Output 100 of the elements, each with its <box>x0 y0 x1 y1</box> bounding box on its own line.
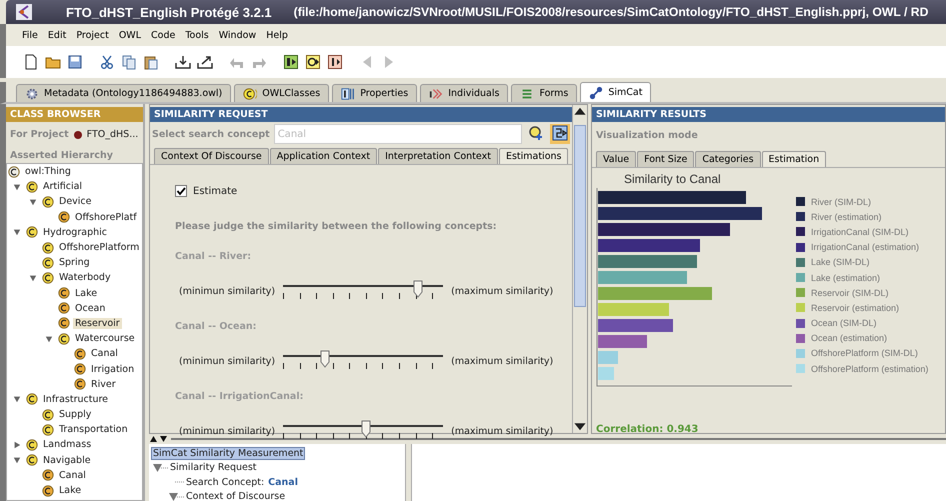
class-item[interactable]: Transportation <box>57 424 130 436</box>
tab[interactable]: Context Of Discourse <box>154 148 269 164</box>
slider[interactable] <box>283 280 444 302</box>
collapsed-arrow-icon[interactable] <box>13 440 21 449</box>
slider-thumb[interactable] <box>361 420 372 438</box>
expanded-arrow-icon[interactable] <box>29 198 37 206</box>
project-name: FTO_dHS... <box>86 129 138 140</box>
menu-item[interactable]: Code <box>147 28 180 42</box>
tab[interactable]: Application Context <box>270 148 378 164</box>
tree-item[interactable]: Similarity Request <box>169 462 258 474</box>
check-icon <box>176 186 186 196</box>
scroll-thumb[interactable] <box>574 125 586 307</box>
legend-label: OffshorePlatform (SIM-DL) <box>811 348 918 358</box>
tab[interactable]: Individuals <box>420 84 508 102</box>
expanded-arrow-icon[interactable] <box>45 334 53 343</box>
class-item[interactable]: OffshorePlatf <box>73 212 139 223</box>
menu-item[interactable]: Project <box>72 28 113 42</box>
paste-icon <box>143 54 159 70</box>
split-arrows-icon[interactable] <box>149 435 169 443</box>
menu-item[interactable]: Tools <box>181 28 213 42</box>
menu-item[interactable]: OWL <box>114 28 145 42</box>
class-item[interactable]: OffshorePlatform <box>57 242 142 254</box>
search-label: Select search concept <box>152 128 270 140</box>
tab[interactable]: Estimations <box>498 148 568 164</box>
class-item[interactable]: River <box>89 378 118 390</box>
class-item[interactable]: Spring <box>57 257 92 268</box>
chart-title: Similarity to Canal <box>623 172 722 186</box>
tab[interactable]: Estimation <box>762 151 826 167</box>
scissors-icon <box>99 54 115 70</box>
project-icon <box>74 130 82 138</box>
class-item[interactable]: Canal <box>89 348 120 360</box>
legend-label: Reservoir (estimation) <box>811 302 900 313</box>
file-path: (file:/home/janowicz/SVNroot/MUSIL/FOIS2008/resources/SimCatOntology/FTO_dHST_English.pprj, OWL / RD <box>294 5 928 19</box>
tree-item[interactable]: Context of Discourse <box>185 491 286 501</box>
legend-label: Lake (estimation) <box>811 272 880 283</box>
save-icon <box>67 54 83 70</box>
app-icon <box>16 4 32 20</box>
tab[interactable]: OWLClasses <box>234 84 330 102</box>
magnifier-plus-icon <box>528 125 544 141</box>
tab[interactable]: SimCat <box>580 82 652 102</box>
expanded-arrow-icon[interactable] <box>13 228 21 236</box>
import-icon <box>175 54 191 70</box>
legend-label: River (estimation) <box>811 212 882 222</box>
menu-item[interactable]: Window <box>214 28 260 42</box>
individual-icon <box>429 86 444 100</box>
new-file-icon <box>23 54 39 70</box>
class-item[interactable]: Waterbody <box>57 272 113 284</box>
property-icon <box>341 86 356 100</box>
correlation-text: Correlation: 0.943 <box>596 424 700 435</box>
scrollbar[interactable] <box>572 105 587 433</box>
class-item[interactable]: owl:Thing <box>23 166 73 178</box>
class-item[interactable]: Reservoir <box>73 318 122 329</box>
min-label: (minimun similarity) <box>179 426 276 436</box>
search-field[interactable]: Canal <box>274 124 522 144</box>
menu-item[interactable]: File <box>18 28 42 42</box>
tree-item[interactable]: SimCat Similarity Measurement <box>151 446 306 460</box>
class-item[interactable]: Supply <box>57 409 94 420</box>
class-item[interactable]: Infrastructure <box>41 394 110 405</box>
class-item[interactable]: Artificial <box>41 181 84 192</box>
instruction-text: Please judge the similarity between the following concepts: <box>175 221 498 232</box>
slider-thumb[interactable] <box>412 280 423 298</box>
tab[interactable]: Value <box>596 151 636 167</box>
tab[interactable]: Properties <box>332 84 418 102</box>
tab[interactable]: Interpretation Context <box>378 148 498 164</box>
mode-label: Visualization mode <box>595 129 699 143</box>
class-item[interactable]: Navigable <box>41 454 93 466</box>
network-icon <box>589 86 604 100</box>
expanded-arrow-icon[interactable] <box>13 182 21 191</box>
query-icon <box>283 54 299 70</box>
bar <box>598 367 614 380</box>
tree-item[interactable]: Search Concept: Canal <box>185 476 299 488</box>
bar <box>598 335 647 348</box>
panel-button[interactable] <box>550 124 570 144</box>
class-item[interactable]: Canal <box>57 470 88 481</box>
class-item[interactable]: Landmass <box>41 439 94 450</box>
tab[interactable]: Forms <box>511 84 578 102</box>
menu-item[interactable]: Edit <box>44 28 70 42</box>
slider[interactable] <box>283 350 444 372</box>
class-item[interactable]: Lake <box>73 288 100 299</box>
list-icon <box>520 86 534 100</box>
class-item[interactable]: Ocean <box>73 302 108 314</box>
class-item[interactable]: Device <box>57 196 94 208</box>
expanded-arrow-icon[interactable] <box>13 395 21 404</box>
checkbox[interactable] <box>175 185 187 197</box>
slider-thumb[interactable] <box>320 350 330 368</box>
tab[interactable]: Font Size <box>637 151 694 167</box>
expanded-arrow-icon[interactable] <box>29 274 37 282</box>
class-item[interactable]: Irrigation <box>89 364 136 375</box>
slider[interactable] <box>283 420 444 442</box>
tab[interactable]: Metadata (Ontology1186494883.owl) <box>16 84 232 102</box>
menu-item[interactable]: Help <box>262 28 292 42</box>
panel-header: SIMILARITY RESULTS <box>592 107 945 122</box>
class-item[interactable]: Hydrographic <box>41 226 109 238</box>
class-item[interactable]: Watercourse <box>73 333 137 344</box>
copy-icon <box>121 54 137 70</box>
tab[interactable]: Categories <box>695 151 761 167</box>
class-item[interactable]: Lake <box>57 485 84 496</box>
window-title: FTO_dHST_English Protégé 3.2.1 <box>66 4 272 20</box>
expanded-arrow-icon[interactable] <box>13 456 21 464</box>
legend-label: Ocean (SIM-DL) <box>811 318 877 328</box>
